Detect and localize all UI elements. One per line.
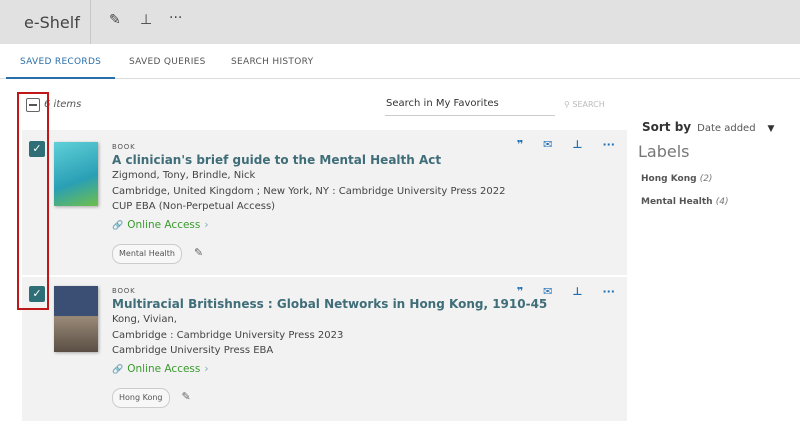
record-authors: Kong, Vivian, [112, 314, 177, 325]
label-name: Hong Kong [641, 174, 697, 184]
book-cover[interactable] [54, 286, 98, 352]
cite-icon[interactable]: ❞ [517, 285, 523, 298]
link-icon: 🔗 [112, 364, 124, 375]
page-title: e-Shelf [24, 13, 80, 32]
record-type: BOOK [112, 143, 136, 151]
label-tag[interactable]: Mental Health [112, 244, 182, 264]
record-title[interactable]: A clinician's brief guide to the Mental … [112, 152, 505, 168]
email-icon[interactable]: ✉ [543, 138, 552, 151]
record-meta: BOOK Multiracial Britishness : Global Ne… [112, 286, 547, 408]
label-name: Mental Health [641, 197, 713, 207]
record-actions: ❞ ✉ ⊥ ··· [497, 138, 615, 151]
record-meta: BOOK A clinician's brief guide to the Me… [112, 142, 505, 264]
record-card[interactable]: ✓ BOOK Multiracial Britishness : Global … [22, 277, 627, 421]
edit-labels-icon[interactable]: ✎ [194, 246, 203, 259]
tab-saved-queries[interactable]: SAVED QUERIES [129, 57, 206, 67]
divider [90, 0, 91, 44]
record-actions: ❞ ✉ ⊥ ··· [497, 285, 615, 298]
cite-icon[interactable]: ❞ [517, 138, 523, 151]
online-access-link[interactable]: 🔗 Online Access › [112, 218, 505, 235]
pencil-icon[interactable]: ✎ [109, 12, 121, 28]
labels-heading: Labels [638, 142, 690, 161]
sort-label: Sort by [642, 120, 692, 134]
header-bar: e-Shelf ✎ ⊥ ··· [0, 0, 800, 44]
tab-bar: SAVED RECORDS SAVED QUERIES SEARCH HISTO… [0, 44, 800, 79]
more-icon[interactable]: ··· [602, 285, 615, 298]
unpin-icon[interactable]: ⊥ [140, 12, 152, 28]
record-authors: Zigmond, Tony, Brindle, Nick [112, 170, 256, 181]
link-icon: 🔗 [112, 220, 124, 231]
record-type: BOOK [112, 287, 136, 295]
unpin-icon[interactable]: ⊥ [572, 138, 582, 151]
online-access-label: Online Access [127, 218, 201, 231]
label-tag[interactable]: Hong Kong [112, 388, 170, 408]
email-icon[interactable]: ✉ [543, 285, 552, 298]
sort-control[interactable]: Sort by Date added ▼ [642, 120, 774, 134]
search-button[interactable]: ⚲ SEARCH [564, 100, 605, 109]
record-publisher: Cambridge : Cambridge University Press 2… [112, 329, 344, 341]
edit-labels-icon[interactable]: ✎ [182, 390, 191, 403]
label-filter-hong-kong[interactable]: Hong Kong (2) [641, 174, 712, 184]
record-card[interactable]: ✓ BOOK A clinician's brief guide to the … [22, 130, 627, 275]
chevron-right-icon: › [204, 218, 209, 231]
tab-saved-records[interactable]: SAVED RECORDS [6, 57, 116, 79]
record-collection: Cambridge University Press EBA [112, 345, 274, 356]
label-count: (2) [699, 174, 713, 184]
caret-down-icon[interactable]: ▼ [768, 124, 775, 134]
record-collection: CUP EBA (Non-Perpetual Access) [112, 201, 276, 212]
highlight-box [17, 92, 49, 310]
tab-search-history[interactable]: SEARCH HISTORY [231, 57, 313, 67]
search-label: SEARCH [572, 100, 605, 109]
unpin-icon[interactable]: ⊥ [572, 285, 582, 298]
record-publisher: Cambridge, United Kingdom ; New York, NY… [112, 185, 506, 197]
more-icon[interactable]: ··· [169, 10, 182, 26]
label-count: (4) [715, 197, 729, 207]
search-input[interactable]: Search in My Favorites [385, 98, 555, 116]
chevron-right-icon: › [204, 362, 209, 375]
sort-value[interactable]: Date added [697, 123, 755, 134]
more-icon[interactable]: ··· [602, 138, 615, 151]
record-title[interactable]: Multiracial Britishness : Global Network… [112, 296, 547, 312]
items-count: 6 items [44, 99, 82, 110]
online-access-link[interactable]: 🔗 Online Access › [112, 362, 547, 379]
online-access-label: Online Access [127, 362, 201, 375]
book-cover[interactable] [54, 142, 98, 206]
label-filter-mental-health[interactable]: Mental Health (4) [641, 197, 728, 207]
